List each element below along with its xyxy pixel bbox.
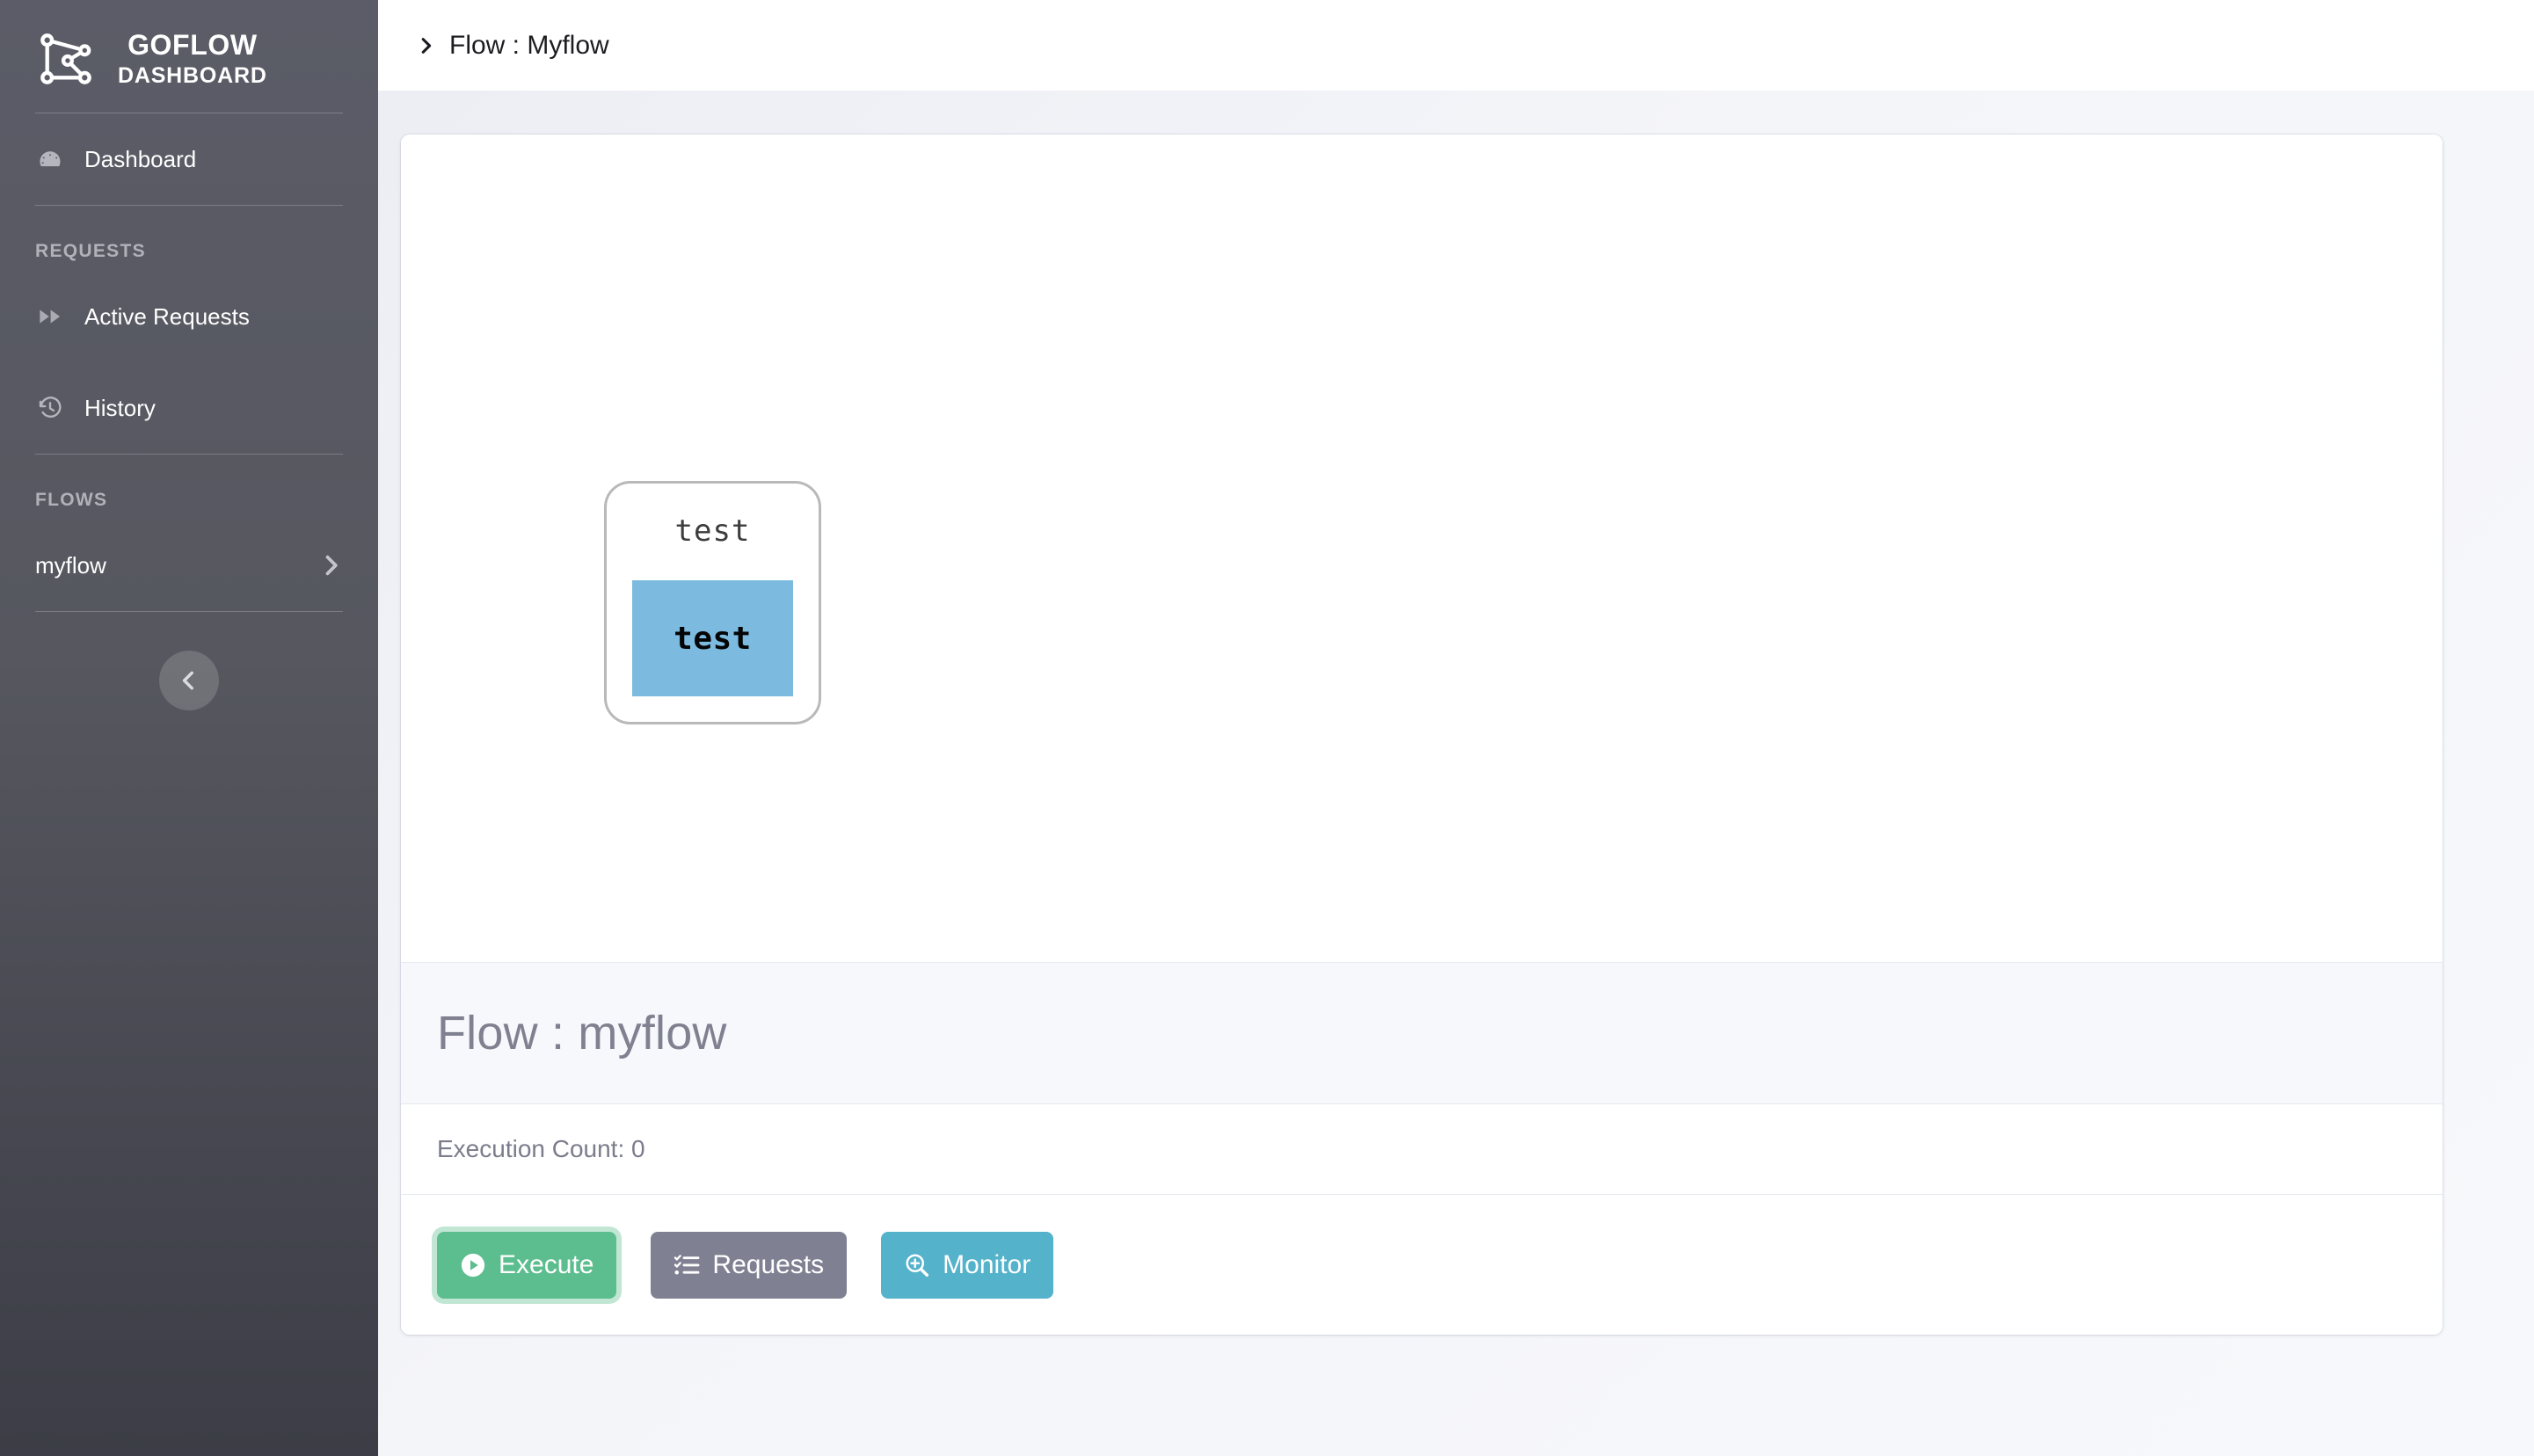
sidebar-section-flows-label: FLOWS <box>35 490 108 510</box>
monitor-button-label: Monitor <box>943 1249 1031 1279</box>
brand-text: GOFLOW DASHBOARD <box>118 28 267 90</box>
sidebar-item-dashboard[interactable]: Dashboard <box>35 113 343 205</box>
search-plus-icon <box>904 1252 930 1278</box>
execution-count-text: Execution Count: 0 <box>437 1135 645 1162</box>
requests-button[interactable]: Requests <box>651 1231 848 1299</box>
flow-node-body-label: test <box>674 620 752 657</box>
sidebar-item-history[interactable]: History <box>35 362 343 454</box>
sidebar-item-active-requests[interactable]: Active Requests <box>35 271 343 362</box>
top-bar: Flow : Myflow <box>378 0 2534 91</box>
fast-forward-icon <box>35 302 65 331</box>
execute-button[interactable]: Execute <box>437 1231 617 1299</box>
chevron-right-icon <box>318 553 343 578</box>
flow-title-band: Flow : myflow <box>401 962 2443 1103</box>
chevron-right-icon[interactable] <box>416 36 435 55</box>
history-clock-icon <box>35 393 65 423</box>
play-circle-icon <box>460 1252 486 1278</box>
sidebar-collapse-button[interactable] <box>159 651 219 710</box>
flow-node-body[interactable]: test <box>632 580 793 696</box>
flow-canvas[interactable]: test test <box>401 135 2443 962</box>
goflow-graph-logo-icon <box>39 32 93 86</box>
flow-node-test[interactable]: test test <box>604 481 821 724</box>
brand-header[interactable]: GOFLOW DASHBOARD <box>35 0 343 113</box>
sidebar: GOFLOW DASHBOARD Dashboard REQUESTS Acti… <box>0 0 378 1456</box>
brand-subtitle: DASHBOARD <box>118 63 267 89</box>
sidebar-item-label: Active Requests <box>84 302 250 330</box>
breadcrumb: Flow : Myflow <box>449 30 609 60</box>
list-check-icon <box>674 1252 700 1278</box>
sidebar-item-label: History <box>84 394 156 421</box>
requests-button-label: Requests <box>712 1249 825 1279</box>
sidebar-collapse-wrap <box>35 612 343 710</box>
sidebar-item-label: myflow <box>35 551 106 579</box>
speedometer-icon <box>35 144 65 174</box>
chevron-left-icon <box>178 669 200 692</box>
execution-count-band: Execution Count: 0 <box>401 1103 2443 1194</box>
main-area: Flow : Myflow test test Flow : myflow Ex <box>378 0 2534 1456</box>
page-title: Flow : myflow <box>437 1007 727 1059</box>
monitor-button[interactable]: Monitor <box>881 1231 1054 1299</box>
sidebar-section-requests-label: REQUESTS <box>35 241 146 261</box>
brand-title: GOFLOW <box>127 29 258 62</box>
execute-button-label: Execute <box>499 1249 594 1279</box>
flow-node-title: test <box>674 513 751 549</box>
app-root: GOFLOW DASHBOARD Dashboard REQUESTS Acti… <box>0 0 2534 1456</box>
sidebar-item-label: Dashboard <box>84 145 197 172</box>
sidebar-item-myflow[interactable]: myflow <box>35 520 343 611</box>
action-button-bar: Execute Requests Monitor <box>401 1194 2443 1335</box>
flow-detail-card: test test Flow : myflow Execution Count:… <box>401 135 2443 1335</box>
content-area: test test Flow : myflow Execution Count:… <box>378 91 2534 1456</box>
